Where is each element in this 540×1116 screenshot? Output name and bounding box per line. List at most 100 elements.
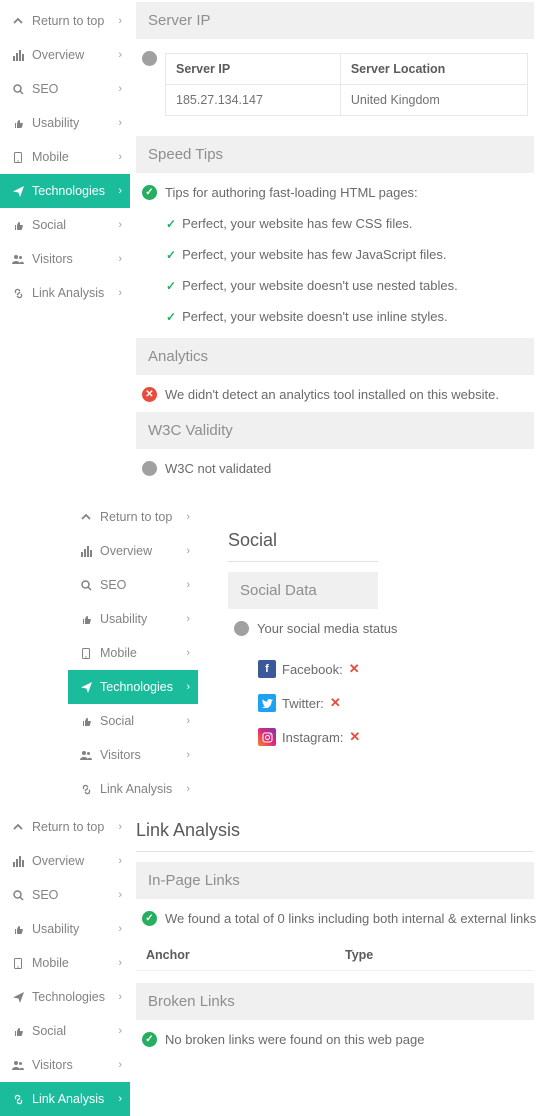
search-icon: [78, 580, 94, 591]
check-icon: ✓: [166, 279, 176, 293]
th-type: Type: [335, 940, 534, 971]
users-icon: [10, 1060, 26, 1070]
nav-social[interactable]: Social ›: [0, 1014, 130, 1048]
tip-text: Perfect, your website has few CSS files.: [182, 216, 412, 231]
mobile-icon: [10, 958, 26, 969]
nav-mobile[interactable]: Mobile ›: [68, 636, 198, 670]
nav-seo[interactable]: SEO ›: [0, 878, 130, 912]
plane-icon: [78, 682, 94, 693]
nav-label: Link Analysis: [100, 782, 186, 796]
th-ip: Server IP: [166, 54, 341, 85]
divider: [136, 851, 534, 852]
chevron-right-icon: ›: [186, 613, 190, 625]
nav-label: Technologies: [100, 680, 186, 694]
th-loc: Server Location: [340, 54, 527, 85]
nav-usability[interactable]: Usability ›: [68, 602, 198, 636]
nav-social[interactable]: Social ›: [68, 704, 198, 738]
nav-label: Visitors: [100, 748, 186, 762]
chevron-right-icon: ›: [118, 287, 122, 299]
nav-label: Social: [32, 218, 118, 232]
bar-chart-icon: [78, 546, 94, 557]
w3c-msg: W3C not validated: [165, 461, 271, 476]
nav-overview[interactable]: Overview ›: [0, 38, 130, 72]
chevron-right-icon: ›: [118, 83, 122, 95]
chevron-right-icon: ›: [118, 821, 122, 833]
tip-text: Perfect, your website doesn't use inline…: [182, 309, 448, 324]
nav-return-top[interactable]: Return to top ›: [68, 500, 198, 534]
x-icon: ✕: [349, 661, 360, 677]
nav-label: Return to top: [32, 820, 118, 834]
nav-label: Return to top: [32, 14, 118, 28]
thumbs-up-icon: [10, 118, 26, 129]
social-row-ig: Instagram: ✕: [258, 720, 540, 754]
status-circle-icon: [142, 51, 157, 66]
nav-label: Return to top: [100, 510, 186, 524]
chevron-right-icon: ›: [118, 889, 122, 901]
thumbs-up-icon: [10, 220, 26, 231]
chevron-right-icon: ›: [186, 783, 190, 795]
chevron-right-icon: ›: [118, 1093, 122, 1105]
chevron-right-icon: ›: [186, 511, 190, 523]
tip-text: Perfect, your website has few JavaScript…: [182, 247, 446, 262]
nav-link-analysis[interactable]: Link Analysis ›: [0, 276, 130, 310]
th-anchor: Anchor: [136, 940, 335, 971]
social-intro: Your social media status: [257, 621, 397, 636]
nav-technologies[interactable]: Technologies ›: [0, 980, 130, 1014]
nav-label: Social: [100, 714, 186, 728]
nav-mobile[interactable]: Mobile ›: [0, 946, 130, 980]
x-icon: ✕: [349, 729, 360, 745]
links-table: AnchorType: [136, 940, 534, 971]
tip-text: Perfect, your website doesn't use nested…: [182, 278, 458, 293]
td-loc: United Kingdom: [340, 85, 527, 116]
analytics-msg: We didn't detect an analytics tool insta…: [165, 387, 499, 402]
nav-label: Link Analysis: [32, 286, 118, 300]
nav-seo[interactable]: SEO ›: [0, 72, 130, 106]
instagram-icon: [258, 728, 276, 746]
w3c-header: W3C Validity: [136, 412, 534, 449]
nav-usability[interactable]: Usability ›: [0, 912, 130, 946]
nav-label: Social: [32, 1024, 118, 1038]
x-circle-icon: ✕: [142, 387, 157, 402]
analytics-header: Analytics: [136, 338, 534, 375]
nav-technologies[interactable]: Technologies ›: [0, 174, 130, 208]
speed-tips-header: Speed Tips: [136, 136, 534, 173]
nav-label: Technologies: [32, 990, 118, 1004]
nav-label: Link Analysis: [32, 1092, 118, 1106]
nav-visitors[interactable]: Visitors ›: [0, 1048, 130, 1082]
nav-return-top[interactable]: Return to top ›: [0, 810, 130, 844]
nav-overview[interactable]: Overview ›: [0, 844, 130, 878]
nav-label: Usability: [32, 116, 118, 130]
nav-seo[interactable]: SEO ›: [68, 568, 198, 602]
twitter-icon: [258, 694, 276, 712]
nav-overview[interactable]: Overview ›: [68, 534, 198, 568]
search-icon: [10, 84, 26, 95]
chevron-right-icon: ›: [186, 545, 190, 557]
inpage-links-header: In-Page Links: [136, 862, 534, 899]
fb-label: Facebook:: [282, 662, 343, 677]
status-circle-icon: [142, 461, 157, 476]
status-circle-icon: [234, 621, 249, 636]
tw-label: Twitter:: [282, 696, 324, 711]
nav-visitors[interactable]: Visitors ›: [68, 738, 198, 772]
nav-label: SEO: [32, 888, 118, 902]
nav-link-analysis[interactable]: Link Analysis ›: [0, 1082, 130, 1116]
nav-visitors[interactable]: Visitors ›: [0, 242, 130, 276]
nav-label: SEO: [32, 82, 118, 96]
social-heading: Social: [228, 516, 540, 557]
nav-usability[interactable]: Usability ›: [0, 106, 130, 140]
link-analysis-heading: Link Analysis: [136, 806, 534, 847]
social-data-header: Social Data: [228, 572, 378, 609]
nav-label: Mobile: [32, 956, 118, 970]
nav-technologies[interactable]: Technologies ›: [68, 670, 198, 704]
broken-links-header: Broken Links: [136, 983, 534, 1020]
nav-mobile[interactable]: Mobile ›: [0, 140, 130, 174]
td-ip: 185.27.134.147: [166, 85, 341, 116]
chevron-right-icon: ›: [186, 715, 190, 727]
chevron-right-icon: ›: [118, 151, 122, 163]
chevron-right-icon: ›: [118, 253, 122, 265]
nav-link-analysis[interactable]: Link Analysis ›: [68, 772, 198, 806]
nav-label: Usability: [100, 612, 186, 626]
nav-social[interactable]: Social ›: [0, 208, 130, 242]
nav-return-top[interactable]: Return to top ›: [0, 4, 130, 38]
check-circle-icon: ✓: [142, 1032, 157, 1047]
